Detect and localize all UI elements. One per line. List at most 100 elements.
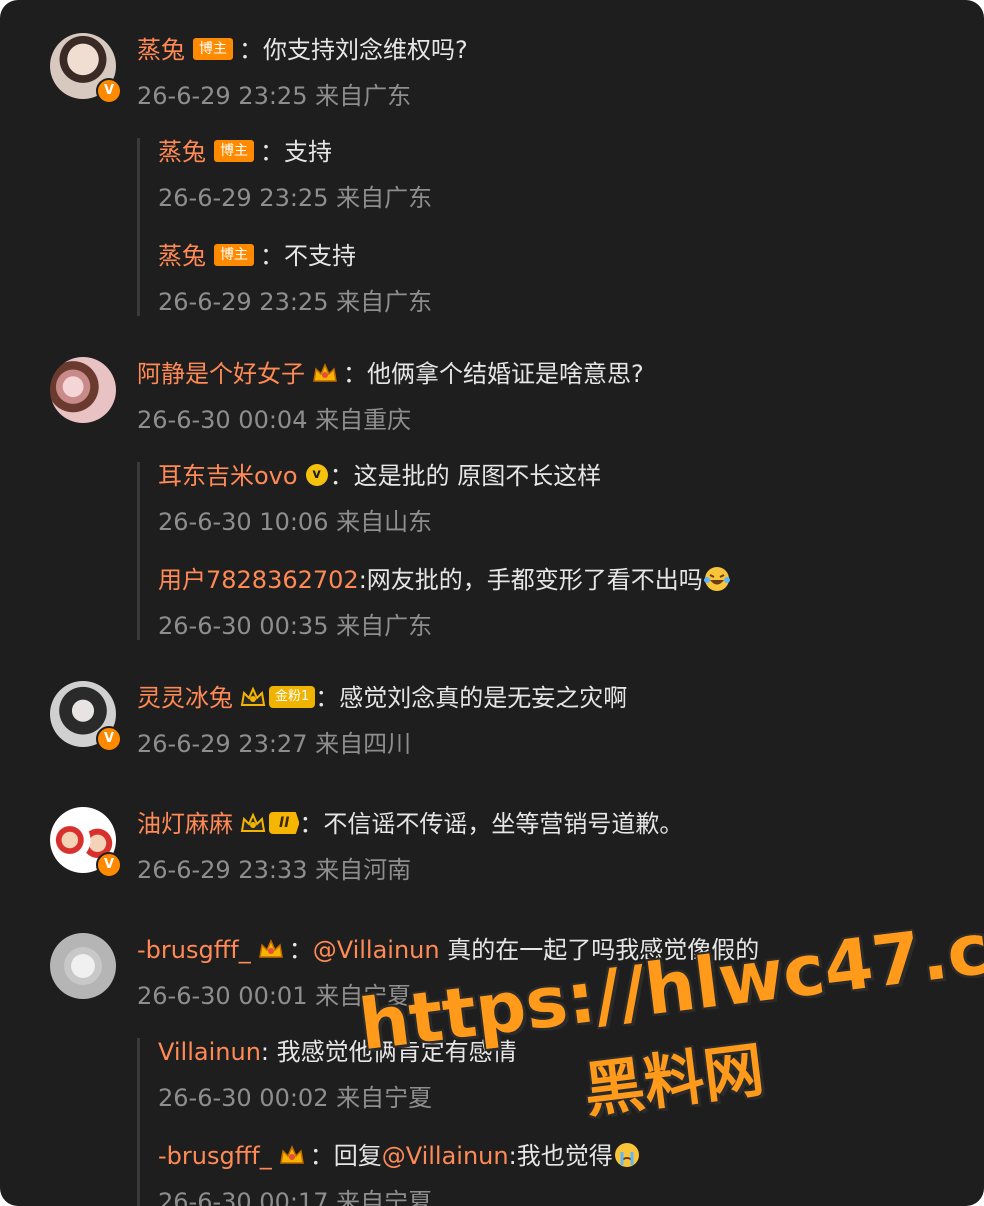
location: 来自广东: [315, 82, 412, 110]
reply-text: 支持: [284, 138, 332, 166]
crown-icon: [258, 939, 283, 958]
reply-line: 蒸兔 博主 ：不支持: [158, 239, 356, 273]
comment-meta: 26-6-29 23:25 来自广东: [137, 79, 411, 113]
reply-meta: 26-6-29 23:25 来自广东: [158, 181, 432, 215]
comment-line: 油灯麻麻 II ：不信谣不传谣，坐等营销号道歉。: [137, 807, 683, 841]
comment-text: 真的在一起了吗我感觉像假的: [439, 936, 760, 964]
reply-text: 网友批的，手都变形了看不出吗: [366, 566, 703, 594]
timestamp: 26-6-29 23:25: [158, 288, 329, 316]
verified-icon: V: [96, 852, 122, 878]
reply-line: 蒸兔 博主 ：支持: [158, 135, 332, 169]
separator: ：: [299, 810, 324, 838]
reply-text: :我也觉得: [508, 1142, 613, 1170]
author-badge: 博主: [214, 140, 254, 162]
location: 来自河南: [315, 856, 412, 884]
timestamp: 26-6-30 00:02: [158, 1084, 329, 1112]
location: 来自宁夏: [315, 982, 412, 1010]
separator: ：: [343, 360, 367, 388]
reply-line: 用户7828362702:网友批的，手都变形了看不出吗: [158, 563, 731, 597]
comment-meta: 26-6-30 00:01 来自宁夏: [137, 979, 411, 1013]
author-badge: 博主: [193, 38, 233, 60]
username[interactable]: 蒸兔: [158, 242, 206, 270]
separator: ：: [288, 936, 313, 964]
timestamp: 26-6-30 00:04: [137, 406, 308, 434]
reply-thread: 蒸兔 博主 ：支持 26-6-29 23:25 来自广东 蒸兔 博主 ：不支持 26-6…: [137, 138, 960, 316]
location: 来自广东: [336, 612, 433, 640]
separator: ：: [239, 36, 263, 64]
username[interactable]: 蒸兔: [158, 138, 206, 166]
location: 来自宁夏: [336, 1188, 433, 1206]
comment-line: 阿静是个好女子 ：他俩拿个结婚证是啥意思?: [137, 357, 644, 391]
separator: ：: [260, 242, 284, 270]
avatar[interactable]: [50, 933, 116, 999]
separator: ：: [329, 462, 354, 490]
mention-link[interactable]: @Villainun: [382, 1142, 509, 1170]
rank-badge: II: [269, 812, 300, 834]
username[interactable]: Villainun: [158, 1038, 261, 1066]
reply-meta: 26-6-29 23:25 来自广东: [158, 285, 432, 319]
username[interactable]: 阿静是个好女子: [137, 360, 305, 388]
crown-icon: [240, 686, 266, 706]
reply-meta: 26-6-30 00:17 来自宁夏: [158, 1185, 432, 1206]
reply-meta: 26-6-30 00:02 来自宁夏: [158, 1081, 432, 1115]
username[interactable]: 灵灵冰兔: [137, 684, 233, 712]
timestamp: 26-6-30 10:06: [158, 508, 329, 536]
crown-icon: [313, 363, 337, 382]
location: 来自宁夏: [336, 1084, 433, 1112]
crying-emoji-icon: [614, 1143, 639, 1167]
comment-line: 灵灵冰兔 金粉1 ：感觉刘念真的是无妄之灾啊: [137, 681, 627, 715]
reply-text: 这是批的 原图不长这样: [353, 462, 602, 490]
comment-line: -brusgfff_ ：@Villainun 真的在一起了吗我感觉像假的: [137, 933, 759, 967]
reply-line: Villainun: 我感觉他俩肯定有感情: [158, 1035, 517, 1069]
fan-badge: 金粉1: [269, 686, 316, 708]
comment-text: 不信谣不传谣，坐等营销号道歉。: [323, 810, 684, 838]
username[interactable]: 耳东吉米ovo: [158, 462, 298, 490]
timestamp: 26-6-29 23:25: [137, 82, 308, 110]
reply-thread: Villainun: 我感觉他俩肯定有感情 26-6-30 00:02 来自宁夏…: [137, 1038, 960, 1206]
username[interactable]: -brusgfff_: [158, 1142, 272, 1170]
timestamp: 26-6-30 00:17: [158, 1188, 329, 1206]
laugh-cry-emoji-icon: [703, 567, 730, 591]
comment-line: 蒸兔 博主 ：你支持刘念维权吗?: [137, 33, 468, 67]
location: 来自重庆: [315, 406, 412, 434]
comment-meta: 26-6-29 23:27 来自四川: [137, 727, 411, 761]
comment-text: 感觉刘念真的是无妄之灾啊: [339, 684, 628, 712]
timestamp: 26-6-30 00:01: [137, 982, 308, 1010]
reply-text: 我感觉他俩肯定有感情: [269, 1038, 517, 1066]
author-badge: 博主: [214, 244, 254, 266]
crown-icon: [279, 1145, 304, 1164]
comment-meta: 26-6-29 23:33 来自河南: [137, 853, 411, 887]
timestamp: 26-6-30 00:35: [158, 612, 329, 640]
timestamp: 26-6-29 23:27: [137, 730, 308, 758]
location: 来自广东: [336, 184, 433, 212]
comment-text: 你支持刘念维权吗?: [263, 36, 468, 64]
reply-thread: 耳东吉米ovo v ：这是批的 原图不长这样 26-6-30 10:06 来自山东 …: [137, 462, 960, 640]
reply-prefix: 回复: [333, 1142, 382, 1170]
crown-icon: [240, 812, 266, 832]
timestamp: 26-6-29 23:25: [158, 184, 329, 212]
username[interactable]: 用户7828362702: [158, 566, 359, 594]
verified-icon: V: [96, 726, 122, 752]
username[interactable]: 油灯麻麻: [137, 810, 233, 838]
reply-line: -brusgfff_ ：回复@Villainun:我也觉得: [158, 1139, 641, 1173]
separator: ：: [315, 684, 340, 712]
location: 来自山东: [336, 508, 433, 536]
separator: ：: [260, 138, 284, 166]
reply-text: 不支持: [284, 242, 356, 270]
reply-line: 耳东吉米ovo v ：这是批的 原图不长这样: [158, 459, 601, 493]
comment-text: 他俩拿个结婚证是啥意思?: [367, 360, 644, 388]
separator: :: [260, 1038, 269, 1066]
avatar[interactable]: [50, 357, 116, 423]
separator: ：: [309, 1142, 334, 1170]
mention-link[interactable]: @Villainun: [313, 936, 440, 964]
timestamp: 26-6-29 23:33: [137, 856, 308, 884]
separator: :: [358, 566, 367, 594]
comment-meta: 26-6-30 00:04 来自重庆: [137, 403, 411, 437]
username[interactable]: 蒸兔: [137, 36, 185, 64]
reply-meta: 26-6-30 00:35 来自广东: [158, 609, 432, 643]
location: 来自四川: [315, 730, 412, 758]
comment-panel: V 蒸兔 博主 ：你支持刘念维权吗? 26-6-29 23:25 来自广东 蒸兔 博主…: [0, 0, 984, 1206]
username[interactable]: -brusgfff_: [137, 936, 251, 964]
reply-meta: 26-6-30 10:06 来自山东: [158, 505, 432, 539]
verified-icon: v: [305, 464, 328, 486]
